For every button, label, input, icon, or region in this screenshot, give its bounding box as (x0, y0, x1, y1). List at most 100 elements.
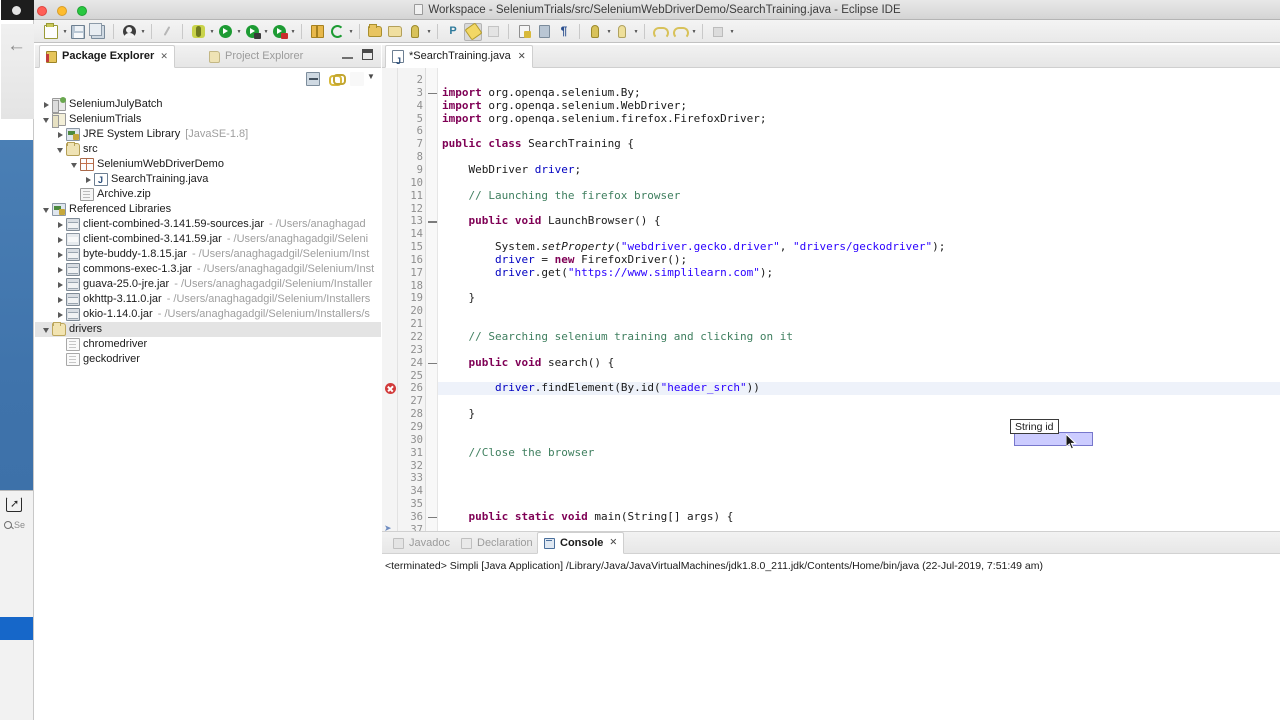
tab-package-explorer[interactable]: Package Explorer ✕ (39, 45, 175, 68)
collapse-all-icon[interactable] (306, 72, 320, 86)
chevron-right-icon[interactable] (83, 172, 94, 187)
code-line[interactable]: WebDriver driver; (442, 163, 581, 177)
chevron-down-icon[interactable] (55, 142, 66, 157)
tree-item[interactable]: client-combined-3.141.59.jar - /Users/ana… (35, 232, 381, 247)
chevron-right-icon[interactable] (55, 262, 66, 277)
code-line[interactable]: //Close the browser (442, 446, 594, 460)
save-all-icon[interactable] (89, 22, 107, 41)
tree-item[interactable]: SeleniumJulyBatch (35, 97, 381, 113)
tree-item[interactable]: geckodriver (35, 352, 381, 367)
tree-item[interactable]: chromedriver (35, 337, 381, 352)
code-line[interactable]: } (442, 292, 475, 305)
link-with-editor-icon[interactable] (329, 72, 346, 86)
new-icon[interactable] (42, 22, 60, 41)
console-output-area[interactable]: <terminated> Simpli [Java Application] /… (382, 554, 1280, 720)
back-icon[interactable] (651, 23, 669, 41)
view-menu-icon[interactable] (367, 72, 379, 84)
chevron-right-icon[interactable] (55, 127, 66, 142)
screenshot-region-icon[interactable]: ➚ (6, 497, 22, 512)
previous-edit-icon[interactable] (535, 23, 553, 41)
code-line[interactable]: driver.findElement(By.id("header_srch")) (442, 381, 760, 395)
fold-toggle-icon[interactable] (428, 359, 437, 368)
editor-folding-gutter[interactable] (426, 68, 438, 531)
tree-item[interactable]: SearchTraining.java (35, 172, 381, 188)
tab-project-explorer[interactable]: Project Explorer (203, 45, 309, 68)
forward-icon[interactable] (671, 23, 689, 41)
code-line[interactable]: public void LaunchBrowser() { (442, 214, 661, 228)
new-java-project-icon[interactable] (328, 23, 346, 41)
new-java-project-dropdown-arrow-icon[interactable] (347, 23, 354, 41)
forward-dropdown-arrow-icon[interactable] (690, 23, 697, 41)
highlight-icon[interactable] (463, 22, 483, 41)
tree-item[interactable]: commons-exec-1.3.jar - /Users/anaghagadgi… (35, 262, 381, 277)
search-icon[interactable]: P (444, 23, 462, 41)
chevron-right-icon[interactable] (55, 277, 66, 292)
new-class-dropdown-arrow-icon[interactable] (425, 23, 432, 41)
code-line[interactable]: driver.get("https://www.simplilearn.com"… (442, 266, 773, 280)
open-type-icon[interactable] (366, 23, 384, 41)
fold-toggle-icon[interactable] (428, 217, 437, 226)
overflow-icon[interactable] (709, 23, 727, 41)
package-explorer-tree[interactable]: SeleniumJulyBatch SeleniumTrials JRE Syste… (35, 91, 381, 720)
tab-declaration[interactable]: Declaration (455, 532, 539, 554)
chevron-down-icon[interactable] (69, 157, 80, 172)
new-class-icon[interactable] (406, 23, 424, 41)
run-dropdown-arrow-icon[interactable] (235, 23, 242, 41)
editor-marker-gutter[interactable] (382, 68, 398, 531)
pin-alt-dropdown-arrow-icon[interactable] (632, 23, 639, 41)
close-icon[interactable]: ✕ (160, 45, 168, 68)
tree-item[interactable]: JRE System Library [JavaSE-1.8] (35, 127, 381, 142)
code-line[interactable]: } (442, 407, 475, 421)
skip-breakpoints-icon[interactable] (158, 23, 176, 41)
tree-item[interactable]: guava-25.0-jre.jar - /Users/anaghagadgil/… (35, 277, 381, 292)
fold-toggle-icon[interactable] (428, 513, 437, 522)
tab-searchtraining-java[interactable]: *SearchTraining.java ✕ (385, 45, 533, 73)
tree-item[interactable]: SeleniumWebDriverDemo (35, 157, 381, 172)
chevron-right-icon[interactable] (55, 217, 66, 232)
tree-item[interactable]: drivers (35, 322, 381, 337)
tree-item[interactable]: okhttp-3.11.0.jar - /Users/anaghagadgil/S… (35, 292, 381, 307)
tree-item[interactable]: src (35, 142, 381, 157)
pin-dropdown-arrow-icon[interactable] (605, 23, 612, 41)
close-icon[interactable]: ✕ (518, 45, 526, 68)
save-icon[interactable] (69, 23, 87, 41)
code-line[interactable]: // Searching selenium training and click… (442, 330, 793, 344)
chevron-right-icon[interactable] (55, 247, 66, 262)
coverage-icon[interactable] (308, 23, 326, 41)
debug-dropdown-arrow-icon[interactable] (208, 23, 215, 41)
pin-alt-icon[interactable] (613, 23, 631, 41)
code-line[interactable]: public void search() { (442, 356, 615, 370)
run-icon[interactable] (216, 23, 234, 41)
run-as-dropdown-arrow-icon[interactable] (289, 23, 296, 41)
code-line[interactable]: import org.openqa.selenium.firefox.Firef… (442, 112, 767, 126)
debug-icon[interactable] (189, 23, 207, 41)
tree-item[interactable]: Archive.zip (35, 187, 381, 202)
next-annotation-icon[interactable] (484, 23, 502, 41)
pin-icon[interactable] (586, 23, 604, 41)
code-line[interactable]: // Launching the firefox browser (442, 189, 680, 203)
chevron-down-icon[interactable] (41, 202, 52, 217)
perspective-back-strip[interactable]: ← (1, 24, 34, 119)
chevron-down-icon[interactable] (41, 112, 52, 127)
chevron-right-icon[interactable] (55, 232, 66, 247)
code-editor[interactable]: 2 3 import org.openqa.selenium.By; 4 import … (382, 68, 1280, 531)
tree-item[interactable]: client-combined-3.141.59-sources.jar - /U… (35, 217, 381, 232)
chevron-right-icon[interactable] (55, 307, 66, 322)
overflow-dropdown-arrow-icon[interactable] (728, 23, 735, 41)
code-line[interactable]: public class SearchTraining { (442, 137, 634, 151)
tree-item[interactable]: Referenced Libraries (35, 202, 381, 217)
close-icon[interactable]: ✕ (609, 532, 617, 554)
tree-item[interactable]: okio-1.14.0.jar - /Users/anaghagadgil/Sel… (35, 307, 381, 322)
chevron-down-icon[interactable] (41, 322, 52, 337)
tab-console[interactable]: Console ✕ (537, 532, 625, 554)
user-dropdown-arrow-icon[interactable] (139, 23, 146, 41)
chevron-right-icon[interactable] (55, 292, 66, 307)
back-arrow-icon[interactable]: ← (7, 36, 26, 55)
code-line[interactable]: public static void main(String[] args) { (442, 510, 734, 524)
minimize-view-icon[interactable] (342, 51, 353, 59)
run-config-dropdown-arrow-icon[interactable] (262, 23, 269, 41)
tab-javadoc[interactable]: Javadoc (387, 532, 456, 554)
pilcrow-icon[interactable]: ¶ (555, 23, 573, 41)
user-icon[interactable] (120, 23, 138, 41)
run-config-icon[interactable] (243, 23, 261, 41)
